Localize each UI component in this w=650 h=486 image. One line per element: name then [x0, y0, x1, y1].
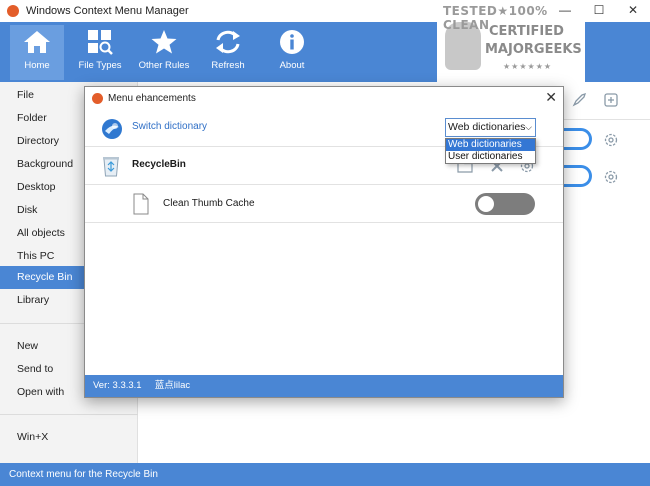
other-rules-label: Other Rules: [138, 60, 190, 71]
dialog-app-icon: [92, 92, 103, 104]
minimize-button[interactable]: —: [548, 0, 582, 22]
file-types-button[interactable]: File Types: [73, 25, 127, 80]
refresh-label: Refresh: [211, 60, 245, 71]
dropdown-option-user-dictionaries[interactable]: User dictionaries: [446, 151, 535, 163]
status-bar: Context menu for the Recycle Bin: [0, 463, 650, 486]
refresh-button[interactable]: Refresh: [201, 25, 255, 80]
dialog-title-bar: Menu ehancements: [85, 87, 563, 109]
toggle-switch[interactable]: [564, 165, 592, 187]
watermark-certified: CERTIFIED: [489, 24, 564, 39]
home-button[interactable]: Home: [10, 25, 64, 80]
version-label: Ver: 3.3.3.1: [93, 380, 142, 391]
window-title: Windows Context Menu Manager: [26, 5, 189, 17]
switch-dictionary-link[interactable]: Switch dictionary: [132, 121, 207, 132]
file-types-icon: [88, 30, 113, 55]
clean-thumb-cache-label: Clean Thumb Cache: [163, 198, 255, 209]
info-icon: [280, 30, 304, 54]
menu-enhancements-dialog: Menu ehancements ✕ Switch dictionary Rec…: [84, 86, 564, 398]
dictionary-dropdown: Web dictionaries User dictionaries: [445, 138, 536, 164]
star-icon: [151, 30, 177, 54]
watermark-stars: ★★★★★★: [503, 62, 553, 71]
dictionary-icon: [102, 119, 122, 139]
app-icon: [7, 5, 19, 17]
dialog-status-bar: Ver: 3.3.3.1 蓝点lilac: [85, 375, 563, 397]
dictionary-select[interactable]: Web dictionaries ⌵: [445, 118, 536, 137]
settings-icon[interactable]: [603, 132, 619, 151]
clean-thumb-cache-toggle[interactable]: [475, 193, 535, 215]
author-label[interactable]: 蓝点lilac: [155, 380, 190, 391]
settings-icon[interactable]: [603, 169, 619, 188]
about-button[interactable]: About: [265, 25, 319, 80]
window-controls: — ☐ ✕: [548, 0, 650, 22]
sidebar-divider: [0, 414, 138, 415]
about-label: About: [279, 60, 305, 71]
other-rules-button[interactable]: Other Rules: [137, 25, 191, 80]
file-icon: [133, 193, 149, 215]
file-types-label: File Types: [78, 60, 122, 71]
dialog-close-button[interactable]: ✕: [545, 89, 557, 106]
recyclebin-group-label: RecycleBin: [132, 159, 186, 170]
refresh-icon: [216, 30, 240, 54]
rocket-icon[interactable]: [571, 92, 587, 111]
home-icon: [24, 31, 50, 53]
add-icon[interactable]: [603, 92, 619, 111]
dialog-title: Menu ehancements: [108, 92, 196, 104]
dictionary-select-value: Web dictionaries: [448, 121, 526, 133]
close-button[interactable]: ✕: [616, 0, 650, 22]
toggle-switch[interactable]: [564, 128, 592, 150]
maximize-button[interactable]: ☐: [582, 0, 616, 22]
recycle-bin-icon: [103, 157, 119, 177]
sidebar-item-win-x[interactable]: Win+X: [0, 426, 138, 449]
watermark-majorgeeks: MAJORGEEKS: [485, 42, 582, 57]
toggle-knob: [478, 196, 494, 212]
chevron-down-icon: ⌵: [525, 122, 532, 132]
home-label: Home: [24, 60, 50, 71]
dropdown-option-web-dictionaries[interactable]: Web dictionaries: [446, 139, 535, 151]
